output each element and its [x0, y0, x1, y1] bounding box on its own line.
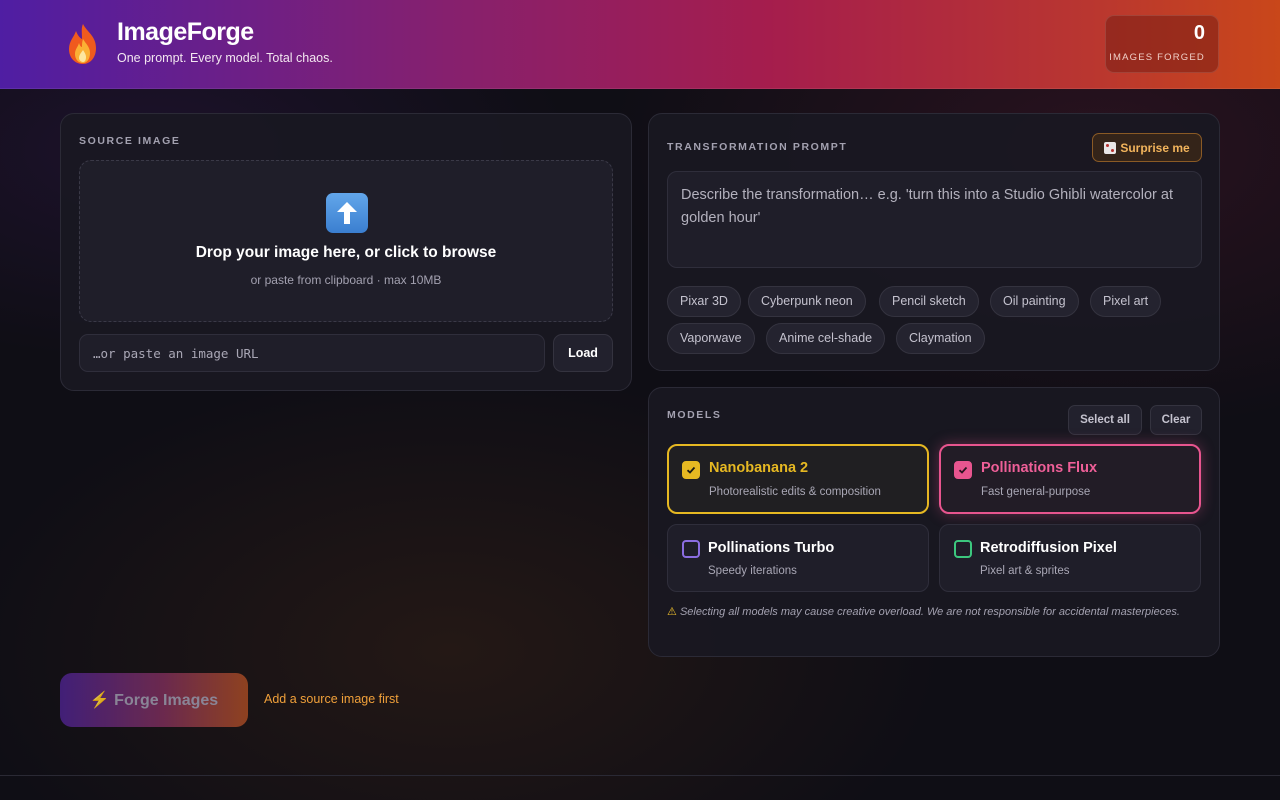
- checkbox-unchecked[interactable]: [682, 540, 700, 558]
- style-chip[interactable]: Pixel art: [1090, 286, 1162, 317]
- style-chip[interactable]: Cyberpunk neon: [748, 286, 866, 317]
- model-name: Pollinations Turbo: [708, 540, 835, 556]
- model-name: Retrodiffusion Pixel: [980, 540, 1117, 556]
- model-name: Nanobanana 2: [709, 460, 809, 476]
- model-card-nanobanana[interactable]: Nanobanana 2 Photorealistic edits & comp…: [667, 444, 929, 514]
- footer-divider: [0, 775, 1280, 776]
- source-image-panel: SOURCE IMAGE Drop your image here, or cl…: [60, 113, 632, 391]
- style-chip[interactable]: Pixar 3D: [667, 286, 741, 317]
- app-header: ImageForge One prompt. Every model. Tota…: [0, 0, 1280, 89]
- model-description: Speedy iterations: [708, 565, 797, 577]
- prompt-textarea[interactable]: [667, 171, 1202, 268]
- checkbox-unchecked[interactable]: [954, 540, 972, 558]
- surprise-me-button[interactable]: Surprise me: [1092, 133, 1202, 162]
- model-description: Pixel art & sprites: [980, 565, 1070, 577]
- app-tagline: One prompt. Every model. Total chaos.: [117, 51, 333, 65]
- dropzone-subtitle: or paste from clipboard · max 10MB: [250, 273, 442, 287]
- counter-label: IMAGES FORGED: [1109, 52, 1205, 63]
- model-card-pollinations-turbo[interactable]: Pollinations Turbo Speedy iterations: [667, 524, 929, 592]
- style-chip[interactable]: Anime cel-shade: [766, 323, 886, 354]
- load-url-button[interactable]: Load: [553, 334, 613, 372]
- forge-hint: Add a source image first: [264, 692, 399, 706]
- style-chip[interactable]: Pencil sketch: [879, 286, 979, 317]
- prompt-panel: TRANSFORMATION PROMPT Surprise me Pixar …: [648, 113, 1220, 371]
- image-url-input[interactable]: [79, 334, 545, 372]
- select-all-button[interactable]: Select all: [1068, 405, 1142, 435]
- model-card-retrodiffusion-pixel[interactable]: Retrodiffusion Pixel Pixel art & sprites: [939, 524, 1201, 592]
- prompt-label: TRANSFORMATION PROMPT: [667, 141, 848, 153]
- style-chip[interactable]: Claymation: [896, 323, 985, 354]
- models-panel: MODELS Select all Clear Nanobanana 2 Pho…: [648, 387, 1220, 657]
- image-dropzone[interactable]: Drop your image here, or click to browse…: [79, 160, 613, 322]
- style-chip[interactable]: Oil painting: [990, 286, 1079, 317]
- dropzone-title: Drop your image here, or click to browse: [195, 244, 497, 261]
- style-chip[interactable]: Vaporwave: [667, 323, 755, 354]
- source-image-label: SOURCE IMAGE: [79, 135, 181, 147]
- app-title: ImageForge: [117, 18, 254, 46]
- forge-images-button[interactable]: ⚡ Forge Images: [60, 673, 248, 727]
- overload-warning: ⚠ Selecting all models may cause creativ…: [667, 604, 1187, 622]
- clear-button[interactable]: Clear: [1150, 405, 1202, 435]
- model-card-pollinations-flux[interactable]: Pollinations Flux Fast general-purpose: [939, 444, 1201, 514]
- models-label: MODELS: [667, 409, 722, 421]
- up-arrow-icon: [326, 193, 368, 233]
- warning-icon: ⚠: [667, 606, 677, 618]
- warning-text: Selecting all models may cause creative …: [679, 606, 1180, 618]
- surprise-me-label: Surprise me: [1120, 140, 1190, 155]
- model-description: Photorealistic edits & composition: [709, 486, 881, 498]
- checkbox-checked[interactable]: [954, 461, 972, 479]
- model-description: Fast general-purpose: [981, 486, 1091, 498]
- images-forged-counter: 0 IMAGES FORGED: [1105, 15, 1219, 73]
- fire-icon: [69, 24, 96, 64]
- checkbox-checked[interactable]: [682, 461, 700, 479]
- model-name: Pollinations Flux: [981, 460, 1098, 476]
- dice-icon: [1104, 141, 1117, 154]
- counter-value: 0: [1193, 22, 1205, 44]
